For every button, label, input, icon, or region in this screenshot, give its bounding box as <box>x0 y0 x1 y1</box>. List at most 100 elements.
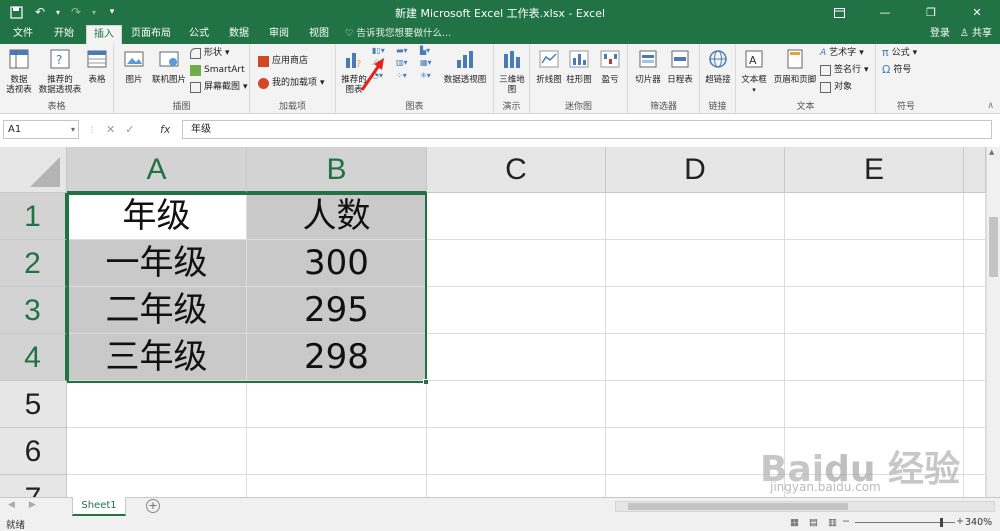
fill-handle[interactable] <box>423 379 429 385</box>
tab-review[interactable]: 审阅 <box>262 25 296 44</box>
empty-cell[interactable] <box>606 240 785 287</box>
empty-cell[interactable] <box>785 334 964 381</box>
empty-cell[interactable] <box>67 381 247 428</box>
tell-me-search[interactable]: ♡ 告诉我您想要做什么... <box>345 25 451 43</box>
header-footer-button[interactable]: 页眉和页脚 <box>772 48 818 85</box>
sparkline-line-button[interactable]: 折线图 <box>534 48 564 85</box>
symbol-button[interactable]: Ω 符号 <box>882 63 911 77</box>
empty-cell[interactable] <box>964 381 986 428</box>
empty-cell[interactable] <box>427 287 606 334</box>
cell-b4[interactable]: 298 <box>247 334 427 381</box>
empty-cell[interactable] <box>964 475 986 497</box>
zoom-level[interactable]: 340% <box>965 517 992 528</box>
empty-cell[interactable] <box>964 428 986 475</box>
cell-b2[interactable]: 300 <box>247 240 427 287</box>
radar-chart-icon[interactable]: ✳▾ <box>420 71 442 80</box>
name-box-dropdown-icon[interactable]: ▾ <box>71 121 75 138</box>
empty-cell[interactable] <box>785 240 964 287</box>
tab-view[interactable]: 视图 <box>302 25 336 44</box>
empty-cell[interactable] <box>427 240 606 287</box>
cell-b3[interactable]: 295 <box>247 287 427 334</box>
pivot-table-button[interactable]: 数据 透视表 <box>2 48 36 95</box>
column-chart-icon[interactable]: ▮▯▾ <box>372 46 394 55</box>
cell-a3[interactable]: 二年级 <box>67 287 247 334</box>
store-button[interactable]: 应用商店 <box>258 54 308 68</box>
empty-cell[interactable] <box>606 381 785 428</box>
timeline-button[interactable]: 日程表 <box>664 48 696 85</box>
screenshot-button[interactable]: 屏幕截图 ▾ <box>190 80 248 94</box>
empty-cell[interactable] <box>964 193 986 240</box>
smartart-button[interactable]: SmartArt <box>190 63 245 77</box>
hierarchy-chart-icon[interactable]: ▬▾ <box>396 46 418 55</box>
zoom-in-icon[interactable]: + <box>956 516 964 527</box>
column-header-c[interactable]: C <box>427 147 606 193</box>
column-header-d[interactable]: D <box>606 147 785 193</box>
object-button[interactable]: 对象 <box>820 80 852 94</box>
table-button[interactable]: 表格 <box>84 48 110 85</box>
sheet-tab-sheet1[interactable]: Sheet1 <box>72 497 126 516</box>
empty-cell[interactable] <box>964 240 986 287</box>
tab-data[interactable]: 数据 <box>222 25 256 44</box>
empty-cell[interactable] <box>247 428 427 475</box>
recommended-pivot-button[interactable]: ? 推荐的 数据透视表 <box>38 48 82 95</box>
my-addins-button[interactable]: 我的加载项 ▾ <box>258 76 325 90</box>
empty-cell[interactable] <box>606 475 785 497</box>
tab-home[interactable]: 开始 <box>44 25 84 44</box>
empty-cell[interactable] <box>247 475 427 497</box>
sparkline-winloss-button[interactable]: 盈亏 <box>596 48 624 85</box>
cell-a4[interactable]: 三年级 <box>67 334 247 381</box>
empty-cell[interactable] <box>606 334 785 381</box>
empty-cell[interactable] <box>785 287 964 334</box>
formula-input[interactable]: 年级 <box>182 120 992 139</box>
empty-cell[interactable] <box>427 334 606 381</box>
empty-cell[interactable] <box>427 428 606 475</box>
cell-a2[interactable]: 一年级 <box>67 240 247 287</box>
wordart-button[interactable]: A 艺术字 ▾ <box>820 46 864 60</box>
cell-a1[interactable]: 年级 <box>67 193 247 240</box>
row-header-4[interactable]: 4 <box>0 334 67 381</box>
empty-cell[interactable] <box>964 287 986 334</box>
sign-in-link[interactable]: 登录 <box>930 25 950 43</box>
scroll-up-icon[interactable]: ▲ <box>989 148 994 156</box>
page-layout-view-icon[interactable]: ▤ <box>809 517 818 528</box>
empty-cell[interactable] <box>67 428 247 475</box>
row-header-7[interactable]: 7 <box>0 475 67 497</box>
sheet-prev-icon[interactable]: ◀ <box>8 500 15 510</box>
normal-view-icon[interactable]: ▦ <box>790 517 799 528</box>
pivot-chart-button[interactable]: 数据透视图 <box>440 48 490 85</box>
add-sheet-icon[interactable]: + <box>146 499 160 513</box>
tab-file[interactable]: 文件 <box>4 25 42 44</box>
page-break-view-icon[interactable]: ▥ <box>828 517 837 528</box>
collapse-ribbon-icon[interactable]: ∧ <box>987 101 994 111</box>
empty-cell[interactable] <box>785 193 964 240</box>
empty-cell[interactable] <box>606 287 785 334</box>
empty-cell[interactable] <box>606 193 785 240</box>
zoom-out-icon[interactable]: − <box>842 516 850 527</box>
hyperlink-button[interactable]: 超链接 <box>702 48 734 85</box>
tab-page-layout[interactable]: 页面布局 <box>126 25 176 44</box>
column-header-b[interactable]: B <box>247 147 427 193</box>
column-header-e[interactable]: E <box>785 147 964 193</box>
scatter-chart-icon[interactable]: ⁘▾ <box>396 71 418 80</box>
row-header-1[interactable]: 1 <box>0 193 67 240</box>
sheet-next-icon[interactable]: ▶ <box>29 500 36 510</box>
empty-cell[interactable] <box>427 193 606 240</box>
close-icon[interactable]: ✕ <box>954 0 1000 25</box>
vertical-scrollbar[interactable]: ▲ <box>986 147 1000 497</box>
cell-b1[interactable]: 人数 <box>247 193 427 240</box>
online-picture-button[interactable]: 联机图片 <box>150 48 188 85</box>
empty-cell[interactable] <box>427 381 606 428</box>
name-box[interactable]: A1 ▾ <box>3 120 79 139</box>
sparkline-column-button[interactable]: 柱形图 <box>564 48 594 85</box>
cancel-icon[interactable]: ✕ <box>106 120 115 139</box>
row-header-5[interactable]: 5 <box>0 381 67 428</box>
row-header-3[interactable]: 3 <box>0 287 67 334</box>
horizontal-scrollbar[interactable] <box>615 501 995 512</box>
insert-function-button[interactable]: fx <box>160 120 170 139</box>
waterfall-chart-icon[interactable]: ▙▾ <box>420 46 442 55</box>
picture-button[interactable]: 图片 <box>118 48 150 85</box>
zoom-slider-thumb[interactable] <box>940 518 943 527</box>
horizontal-scroll-thumb[interactable] <box>628 503 848 510</box>
empty-cell[interactable] <box>785 381 964 428</box>
vertical-scroll-thumb[interactable] <box>989 217 998 277</box>
